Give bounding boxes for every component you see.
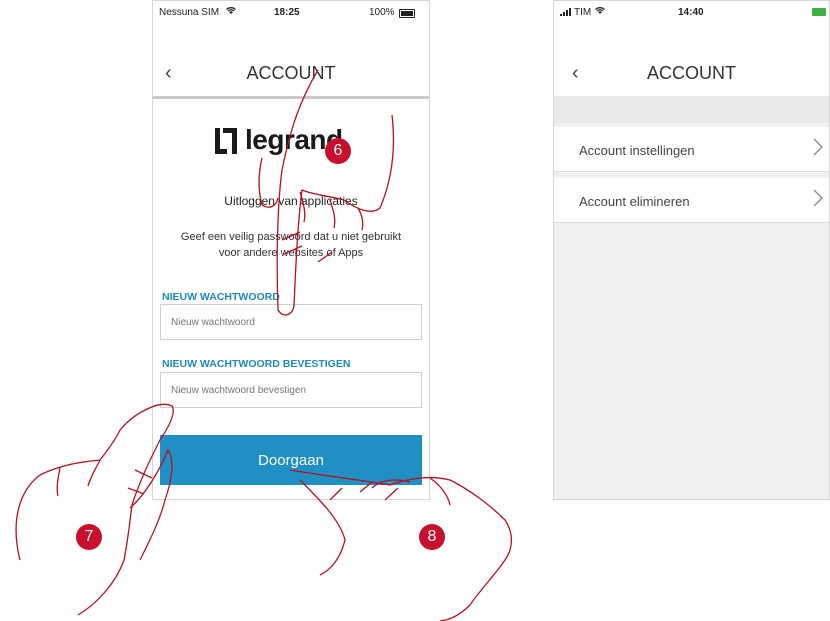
clock: 18:25 — [274, 7, 300, 18]
callout-badge: 6 — [325, 138, 351, 164]
chevron-right-icon — [813, 138, 823, 162]
legrand-mark-icon — [215, 128, 237, 154]
callout-badge: 8 — [419, 524, 445, 550]
nav-bar: ‹ ACCOUNT — [153, 41, 429, 99]
wifi-icon — [225, 5, 237, 18]
section-heading: Uitloggen van applicaties — [224, 194, 358, 208]
description: Geef een veilig passwoord dat u niet geb… — [163, 229, 419, 261]
list-item-account-delete[interactable]: Account elimineren — [554, 178, 829, 223]
new-password-label: NIEUW WACHTWOORD — [162, 291, 280, 303]
callout-badge: 7 — [76, 524, 102, 550]
clock: 14:40 — [678, 7, 704, 18]
nav-bar: ‹ ACCOUNT — [554, 41, 829, 96]
confirm-password-input[interactable] — [160, 372, 422, 408]
status-bar: TIM 14:40 — [554, 1, 829, 23]
section-spacer — [554, 96, 829, 123]
description-line: Geef een veilig passwoord dat u niet geb… — [180, 231, 402, 243]
confirm-password-label: NIEUW WACHTWOORD BEVESTIGEN — [162, 358, 351, 370]
description-line: voor andere websites of Apps — [218, 247, 364, 259]
battery-level: 100% — [369, 7, 395, 18]
status-bar: Nessuna SIM 18:25 100% — [153, 1, 429, 23]
right-phone-screen: TIM 14:40 ‹ ACCOUNT Account instellingen… — [553, 0, 830, 500]
continue-button[interactable]: Doorgaan — [160, 435, 422, 485]
signal-icon — [560, 8, 572, 19]
list-item-label: Account instellingen — [579, 143, 695, 158]
carrier-label: Nessuna SIM — [159, 7, 220, 18]
list-item-account-settings[interactable]: Account instellingen — [554, 127, 829, 172]
wifi-icon — [594, 5, 606, 18]
new-password-input[interactable] — [160, 304, 422, 340]
list-item-label: Account elimineren — [579, 194, 690, 209]
chevron-right-icon — [813, 189, 823, 213]
carrier-label: TIM — [574, 7, 592, 18]
page-title: ACCOUNT — [647, 63, 736, 83]
legrand-logo: legrand — [215, 124, 375, 160]
battery-charging-icon — [812, 8, 826, 16]
battery-icon — [399, 9, 415, 18]
left-phone-screen: Nessuna SIM 18:25 100% ‹ ACCOUNT legrand… — [152, 0, 430, 500]
page-title: ACCOUNT — [246, 63, 336, 83]
